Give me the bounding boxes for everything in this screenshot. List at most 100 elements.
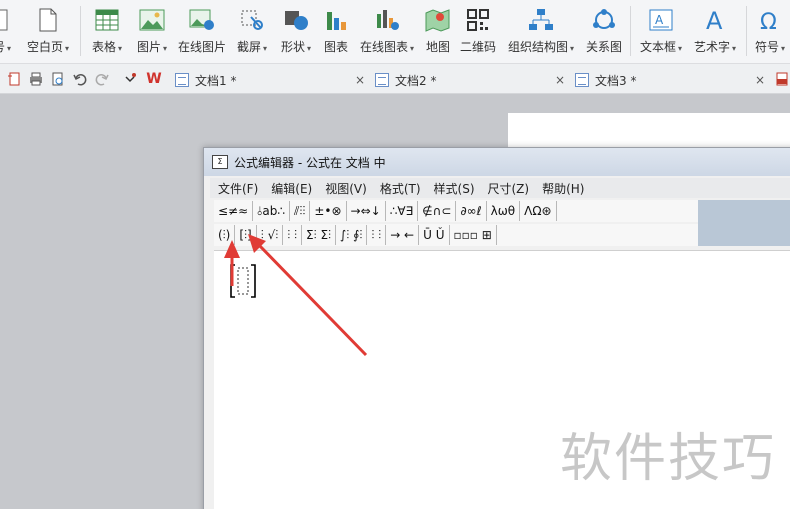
undo-icon[interactable] <box>72 72 88 86</box>
ribbon-chart-button[interactable]: 图表 <box>322 6 350 58</box>
print-icon[interactable] <box>28 72 44 86</box>
tab-close-icon[interactable]: × <box>355 73 365 87</box>
menu-help[interactable]: 帮助(H) <box>542 180 584 197</box>
relational-symbols-palette[interactable]: ≤≠≈ <box>214 201 254 221</box>
ribbon-table-button[interactable]: 表格 ▾ <box>88 6 126 58</box>
blank-page-icon <box>34 6 62 34</box>
ribbon-picture-button[interactable]: 图片 ▾ <box>132 6 172 58</box>
menu-style[interactable]: 样式(S) <box>434 180 475 197</box>
tab-close-icon[interactable]: × <box>555 73 565 87</box>
tab-document-3[interactable]: 文档3 * <box>575 69 636 91</box>
map-icon <box>424 6 452 34</box>
ribbon-label: 空白页 <box>26 40 63 54</box>
ribbon-label: 艺术字 <box>693 40 730 54</box>
set-theory-symbols-palette[interactable]: ∉∩⊂ <box>418 201 457 221</box>
arrow-symbols-palette[interactable]: →⇔↓ <box>347 201 386 221</box>
pdf-document-icon[interactable] <box>774 72 790 86</box>
wps-logo-icon[interactable]: W <box>146 71 162 87</box>
ribbon-blank-page-button[interactable]: 空白页 ▾ <box>22 6 74 58</box>
ribbon-map-button[interactable]: 地图 <box>424 6 452 58</box>
equation-editor-titlebar[interactable]: Σ 公式编辑器 - 公式在 文档 中 <box>204 148 790 176</box>
page-number-icon <box>0 6 16 34</box>
labeled-arrow-templates-palette[interactable]: → ← <box>386 225 420 245</box>
ribbon-online-chart-button[interactable]: 在线图表 ▾ <box>356 6 418 58</box>
tab-document-1[interactable]: 文档1 * <box>175 69 236 91</box>
textbox-icon: A <box>647 6 675 34</box>
ribbon-separator <box>80 6 81 56</box>
ribbon-separator <box>630 6 631 56</box>
document-icon <box>575 73 589 87</box>
ribbon-qrcode-button[interactable]: 二维码 <box>458 6 498 58</box>
embellishments-palette[interactable]: ⫽⫶⫶ <box>290 201 311 221</box>
logical-symbols-palette[interactable]: ∴∀∃ <box>386 201 419 221</box>
menu-file[interactable]: 文件(F) <box>218 180 258 197</box>
chart-icon <box>322 6 350 34</box>
qrcode-icon <box>464 6 492 34</box>
fence-templates-palette[interactable]: (⫶) <box>214 225 236 245</box>
matrix-templates-palette[interactable]: ▫▫▫ ⊞ <box>450 225 497 245</box>
fraction-radical-templates-palette[interactable]: ⫶ √⫶ <box>257 225 284 245</box>
ribbon-org-chart-button[interactable]: 组织结构图 ▾ <box>504 6 578 58</box>
greek-lowercase-palette[interactable]: λωθ <box>487 201 521 221</box>
greek-uppercase-palette[interactable]: ΛΩ⊛ <box>520 201 557 221</box>
symbol-palette-toolbar: ≤≠≈ ⫰ab∴ ⫽⫶⫶ ±•⊗ →⇔↓ ∴∀∃ ∉∩⊂ ∂∞ℓ λωθ ΛΩ⊛ <box>214 200 698 222</box>
ribbon-label: 组织结构图 <box>507 40 568 54</box>
watermark-text: 软件技巧 <box>560 429 777 489</box>
ribbon-label: 形状 <box>280 40 305 54</box>
ribbon-wordart-button[interactable]: A 艺术字 ▾ <box>690 6 740 58</box>
bracket-templates-palette[interactable]: [⫶] <box>235 225 257 245</box>
toolbar-empty-area <box>698 200 790 246</box>
picture-icon <box>138 6 166 34</box>
wordart-icon: A <box>701 6 729 34</box>
svg-text:Ω: Ω <box>760 10 777 33</box>
print-preview-icon[interactable] <box>50 72 66 86</box>
tab-label: 文档2 * <box>395 73 437 88</box>
ribbon-page-number-button[interactable]: 号▾ <box>0 6 12 58</box>
ribbon-label: 二维码 <box>459 40 496 54</box>
table-icon <box>93 6 121 34</box>
ribbon-label: 文本框 <box>639 40 676 54</box>
menu-edit[interactable]: 编辑(E) <box>271 180 312 197</box>
underbar-overbar-templates-palette[interactable]: ⫶ ⫶ <box>367 225 387 245</box>
menu-view[interactable]: 视图(V) <box>325 180 367 197</box>
document-icon <box>175 73 189 87</box>
ribbon-label: 在线图表 <box>359 40 408 54</box>
ribbon-shapes-button[interactable]: 形状 ▾ <box>278 6 314 58</box>
symbol-icon: Ω <box>756 6 784 34</box>
ribbon-separator <box>746 6 747 56</box>
template-palette-toolbar: (⫶) [⫶] ⫶ √⫶ ⫶ ⫶ Σ⫶ Σ⫶ ∫⫶ ∮⫶ ⫶ ⫶ → ← Ū Ǔ… <box>214 224 698 246</box>
window-title: 公式编辑器 - 公式在 文档 中 <box>234 155 386 170</box>
org-chart-icon <box>527 6 555 34</box>
equation-editor-menubar: 文件(F) 编辑(E) 视图(V) 格式(T) 样式(S) 尺寸(Z) 帮助(H… <box>210 178 790 198</box>
ribbon-relation-graph-button[interactable]: 关系图 <box>584 6 624 58</box>
menu-size[interactable]: 尺寸(Z) <box>488 180 530 197</box>
bracket-template-placeholder[interactable] <box>228 263 258 299</box>
ribbon-label: 图片 <box>136 40 161 54</box>
menu-format[interactable]: 格式(T) <box>380 180 421 197</box>
operator-symbols-palette[interactable]: ±•⊗ <box>310 201 347 221</box>
ribbon-label: 表格 <box>91 40 116 54</box>
spaces-ellipses-palette[interactable]: ⫰ab∴ <box>253 201 290 221</box>
products-set-theory-templates-palette[interactable]: Ū Ǔ <box>419 225 450 245</box>
tab-document-2[interactable]: 文档2 * <box>375 69 436 91</box>
customize-quick-access-icon[interactable] <box>122 72 138 86</box>
ribbon-label: 地图 <box>425 40 450 54</box>
misc-symbols-palette[interactable]: ∂∞ℓ <box>456 201 487 221</box>
new-document-icon[interactable] <box>6 72 22 86</box>
ribbon-textbox-button[interactable]: A 文本框 ▾ <box>636 6 686 58</box>
ribbon-label: 截屏 <box>236 40 261 54</box>
ribbon-symbol-button[interactable]: Ω 符号 ▾ <box>752 6 788 58</box>
integral-templates-palette[interactable]: ∫⫶ ∮⫶ <box>336 225 368 245</box>
ribbon-online-picture-button[interactable]: 在线图片 <box>176 6 228 58</box>
insert-ribbon: 号▾ 空白页▾ 表格▾ 图片▾ 在线图片 截屏▾ <box>0 0 790 64</box>
tab-close-icon[interactable]: × <box>755 73 765 87</box>
subscript-superscript-templates-palette[interactable]: ⫶ ⫶ <box>283 225 303 245</box>
summation-templates-palette[interactable]: Σ⫶ Σ⫶ <box>302 225 337 245</box>
online-chart-icon <box>373 6 401 34</box>
redo-icon[interactable] <box>94 72 110 86</box>
svg-text:A: A <box>655 13 664 27</box>
tab-label: 文档3 * <box>595 73 637 88</box>
online-picture-icon <box>188 6 216 34</box>
ribbon-label: 图表 <box>323 40 348 54</box>
ribbon-screenshot-button[interactable]: 截屏 ▾ <box>234 6 270 58</box>
